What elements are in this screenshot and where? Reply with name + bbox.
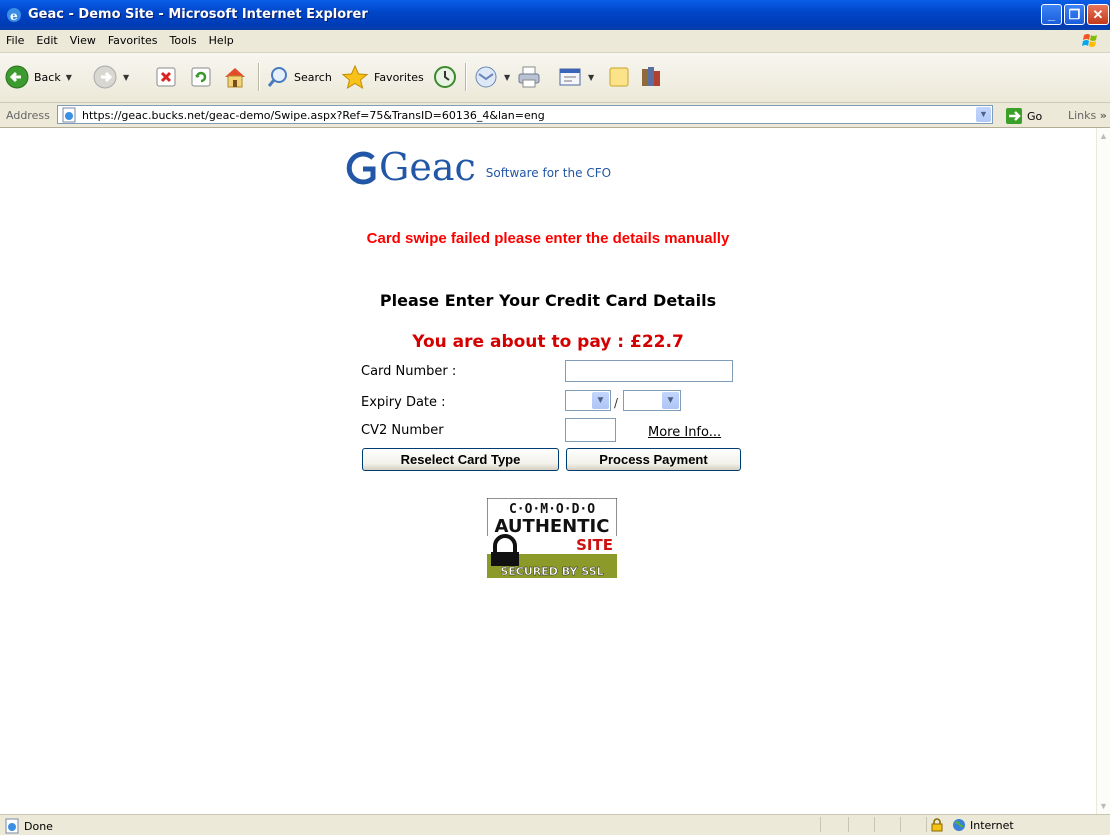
cv2-label: CV2 Number <box>361 423 444 438</box>
printer-icon <box>518 66 540 88</box>
expiry-date-label: Expiry Date : <box>361 395 446 410</box>
address-label: Address <box>6 109 50 122</box>
seal-comodo-text: C·O·M·O·D·O <box>509 502 595 517</box>
chevron-down-icon: ▼ <box>662 392 679 409</box>
address-url: https://geac.bucks.net/geac-demo/Swipe.a… <box>82 109 545 122</box>
forward-arrow-icon <box>93 65 117 89</box>
address-bar: Address https://geac.bucks.net/geac-demo… <box>0 103 1110 128</box>
forward-button[interactable]: ▼ <box>92 62 129 92</box>
page-done-icon <box>5 818 19 834</box>
toolbar-separator <box>465 63 467 91</box>
menu-edit[interactable]: Edit <box>30 30 63 47</box>
discuss-button[interactable] <box>607 62 631 92</box>
star-icon <box>341 64 369 90</box>
edit-dropdown-icon[interactable]: ▼ <box>588 73 594 82</box>
payment-amount: You are about to pay : £22.7 <box>412 332 684 352</box>
chevron-down-icon: ▼ <box>592 392 609 409</box>
seal-site-text: SITE <box>576 536 613 554</box>
swipe-error-message: Card swipe failed please enter the detai… <box>366 230 730 247</box>
mail-button[interactable]: ▼ <box>473 62 510 92</box>
geac-swirl-icon <box>346 151 376 185</box>
back-arrow-icon <box>5 65 29 89</box>
window-title-bar[interactable]: e Geac - Demo Site - Microsoft Internet … <box>0 0 1110 30</box>
seal-secured-text: SECURED BY SSL <box>500 565 603 578</box>
seal-authentic-text: AUTHENTIC <box>495 516 610 537</box>
address-input[interactable]: https://geac.bucks.net/geac-demo/Swipe.a… <box>57 105 993 124</box>
refresh-button[interactable] <box>190 62 212 92</box>
refresh-icon <box>191 67 211 87</box>
menu-tools[interactable]: Tools <box>164 30 203 47</box>
vertical-scrollbar[interactable]: ▲ ▼ <box>1096 128 1110 814</box>
page-icon <box>62 107 76 123</box>
cv2-input[interactable] <box>565 418 616 442</box>
favorites-button[interactable]: Favorites <box>340 62 424 92</box>
ie-app-icon: e <box>7 8 21 23</box>
more-info-link[interactable]: More Info... <box>648 425 721 440</box>
windows-logo-icon <box>1082 34 1097 47</box>
svg-text:e: e <box>10 9 18 23</box>
print-button[interactable] <box>516 62 542 92</box>
internet-globe-icon <box>953 819 965 831</box>
minimize-button[interactable]: _ <box>1041 4 1062 25</box>
standard-toolbar: Back ▼ ▼ Search Favorites ▼ ▼ <box>0 53 1110 103</box>
toolbar-separator <box>258 63 260 91</box>
back-button[interactable]: Back ▼ <box>4 62 72 92</box>
menu-favorites[interactable]: Favorites <box>102 30 164 47</box>
go-arrow-icon <box>1006 108 1022 124</box>
history-icon <box>434 66 456 88</box>
security-zone: Internet <box>930 818 1014 832</box>
stop-button[interactable] <box>155 62 177 92</box>
comodo-ssl-seal[interactable]: C·O·M·O·D·O AUTHENTIC SITE SECURED BY SS… <box>487 498 617 578</box>
card-number-input[interactable] <box>565 360 733 382</box>
mail-dropdown-icon[interactable]: ▼ <box>504 73 510 82</box>
status-panel <box>820 817 821 832</box>
links-toolbar[interactable]: Links » <box>1068 109 1107 122</box>
expiry-month-select[interactable]: ▼ <box>565 390 611 411</box>
expiry-year-select[interactable]: ▼ <box>623 390 681 411</box>
stop-icon <box>156 67 176 87</box>
status-bar: Done Internet <box>0 814 1110 835</box>
note-icon <box>609 67 629 87</box>
logo-word: Geac <box>379 145 476 189</box>
menu-help[interactable]: Help <box>203 30 240 47</box>
lock-icon <box>931 818 943 832</box>
reselect-card-type-button[interactable]: Reselect Card Type <box>362 448 559 471</box>
close-button[interactable]: ✕ <box>1087 4 1109 25</box>
status-panel <box>874 817 875 832</box>
card-number-label: Card Number : <box>361 364 457 379</box>
page-viewport: Geac Software for the CFO Card swipe fai… <box>0 128 1096 814</box>
edit-page-icon <box>559 68 581 86</box>
window-title: Geac - Demo Site - Microsoft Internet Ex… <box>28 7 368 22</box>
home-button[interactable] <box>222 62 248 92</box>
menu-file[interactable]: File <box>0 30 30 47</box>
address-dropdown-icon[interactable]: ▼ <box>976 107 991 122</box>
status-panel <box>926 817 927 832</box>
status-panel <box>900 817 901 832</box>
forward-dropdown-icon[interactable]: ▼ <box>123 73 129 82</box>
research-icon <box>642 67 660 86</box>
messenger-button[interactable] <box>638 62 664 92</box>
process-payment-button[interactable]: Process Payment <box>566 448 741 471</box>
geac-logo: Geac Software for the CFO <box>343 148 611 186</box>
restore-button[interactable]: ❐ <box>1064 4 1085 25</box>
expiry-separator: / <box>614 396 619 410</box>
mail-icon <box>475 66 497 88</box>
menu-view[interactable]: View <box>64 30 102 47</box>
form-heading: Please Enter Your Credit Card Details <box>379 291 717 310</box>
scroll-up-icon[interactable]: ▲ <box>1097 128 1110 144</box>
scroll-down-icon[interactable]: ▼ <box>1097 798 1110 814</box>
history-button[interactable] <box>432 62 458 92</box>
status-panel <box>848 817 849 832</box>
status-done: Done <box>4 818 53 834</box>
home-icon <box>225 68 245 88</box>
logo-tagline: Software for the CFO <box>485 166 612 180</box>
edit-button[interactable]: ▼ <box>557 62 594 92</box>
search-button[interactable]: Search <box>266 62 332 92</box>
back-dropdown-icon[interactable]: ▼ <box>66 73 72 82</box>
menu-bar: File Edit View Favorites Tools Help <box>0 30 1110 53</box>
search-icon <box>267 67 287 87</box>
go-button[interactable]: Go <box>1005 107 1042 125</box>
